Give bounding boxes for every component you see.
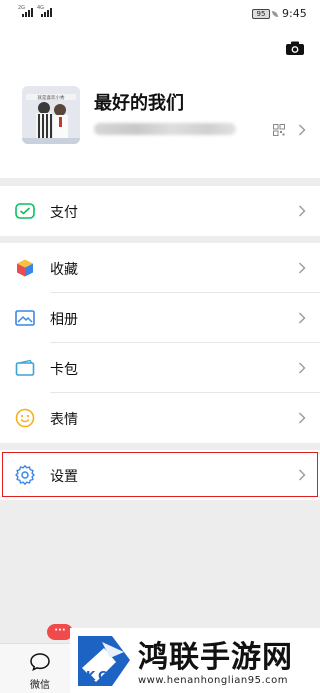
menu-item-cards[interactable]: 卡包 <box>0 343 320 393</box>
smiley-icon <box>15 408 35 428</box>
signal-icon: 4G <box>37 5 52 17</box>
avatar-caption: 就是喜欢小秀 <box>38 94 65 101</box>
chevron-right-icon <box>299 362 306 374</box>
chevron-right-icon <box>299 469 306 481</box>
clock: 9:45 <box>282 7 307 20</box>
profile-name: 最好的我们 <box>94 93 184 114</box>
card-icon <box>15 359 35 376</box>
menu-item-label: 卡包 <box>50 362 78 378</box>
menu-item-stickers[interactable]: 表情 <box>0 393 320 443</box>
tab-wechat[interactable]: 微信 <box>20 650 60 691</box>
battery-icon: 95 <box>252 9 270 19</box>
menu-item-label: 相册 <box>50 312 78 328</box>
svg-text:K: K <box>86 669 96 683</box>
signal-icon: 2G <box>18 5 33 17</box>
menu-item-label: 支付 <box>50 205 78 221</box>
menu-item-settings[interactable]: 设置 <box>0 450 320 500</box>
chevron-right-icon[interactable] <box>298 124 306 136</box>
cube-icon <box>17 259 33 277</box>
chevron-right-icon <box>299 412 306 424</box>
tab-wechat-label: 微信 <box>30 680 50 691</box>
qr-code-icon[interactable] <box>273 124 285 136</box>
gear-icon <box>15 465 35 485</box>
menu-item-pay[interactable]: 支付 <box>0 186 320 236</box>
watermark-title: 鸿联手游网 <box>138 640 293 675</box>
menu-item-label: 表情 <box>50 412 78 428</box>
menu-item-album[interactable]: 相册 <box>0 293 320 343</box>
profile-header: 就是喜欢小秀 最好的我们 <box>0 28 320 178</box>
menu-item-label: 收藏 <box>50 262 78 278</box>
chevron-right-icon <box>299 312 306 324</box>
wechat-id-blurred <box>94 123 236 137</box>
site-logo-icon: K C <box>72 630 134 690</box>
avatar[interactable]: 就是喜欢小秀 <box>22 86 80 144</box>
chevron-right-icon <box>299 205 306 217</box>
chat-bubble-icon <box>30 653 50 672</box>
svg-text:C: C <box>98 669 107 683</box>
wallet-icon <box>15 203 35 219</box>
menu-item-favorites[interactable]: 收藏 <box>0 243 320 293</box>
chevron-right-icon <box>299 262 306 274</box>
watermark-url: www.henanhonglian95.com <box>138 675 289 686</box>
watermark: K C 鸿联手游网 www.henanhonglian95.com <box>70 628 320 693</box>
camera-icon[interactable] <box>286 41 304 55</box>
menu-item-label: 设置 <box>50 469 78 485</box>
sim1-network-tag: 2G <box>18 5 26 11</box>
sim2-network-tag: 4G <box>37 5 45 11</box>
status-bar: 2G 4G 95 9:45 <box>0 0 320 28</box>
power-saver-icon <box>272 11 278 17</box>
photo-icon <box>15 310 35 326</box>
